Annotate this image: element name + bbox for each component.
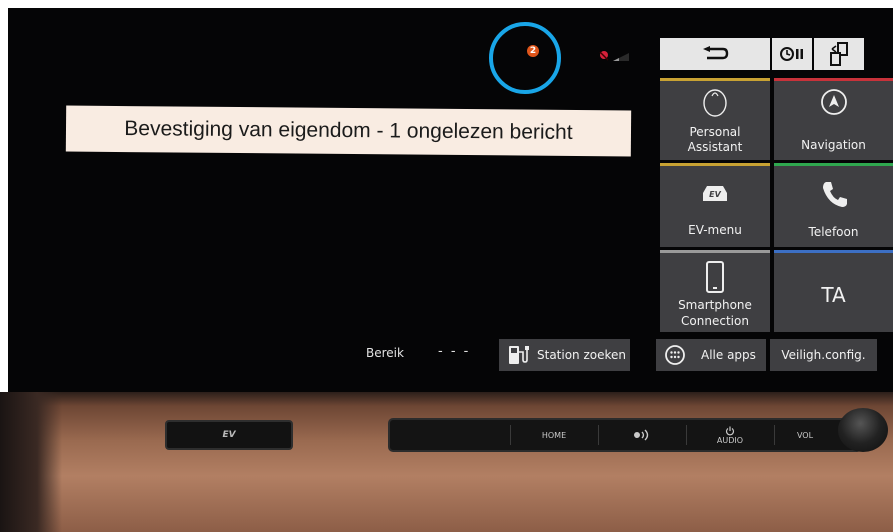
screen-switch-button[interactable] [814, 38, 864, 70]
clock-history-icon [780, 47, 803, 61]
tile-label-line2: Connection [681, 314, 749, 328]
signal-icon [613, 53, 629, 61]
accent-bar [774, 250, 893, 253]
safety-config-button[interactable]: Veiligh.config. [770, 339, 877, 371]
all-apps-label: Alle apps [701, 348, 756, 362]
tile-label-line1: Personal [689, 125, 741, 139]
all-apps-button[interactable]: Alle apps [656, 339, 766, 371]
phone-icon [822, 182, 847, 207]
apps-grid-icon [665, 345, 685, 365]
accent-bar [660, 78, 770, 81]
hardware-home-button[interactable]: HOME [514, 424, 594, 446]
tile-smartphone-connection[interactable]: Smartphone Connection [660, 250, 770, 332]
left-frame [0, 0, 8, 392]
station-search-label: Station zoeken [537, 348, 627, 362]
tile-label-line1: Smartphone [678, 298, 752, 312]
hardware-separator [774, 425, 775, 445]
hardware-separator [510, 425, 511, 445]
hardware-ev-label: EV [222, 430, 236, 440]
tile-ev-menu[interactable]: EV EV-menu [660, 163, 770, 247]
back-arrow-icon [703, 46, 729, 60]
assistant-icon [703, 89, 727, 117]
hardware-audio-label: AUDIO [716, 435, 744, 445]
mute-icon [599, 51, 609, 61]
tile-label: Telefoon [808, 225, 859, 239]
hardware-ev-button[interactable]: EV [165, 420, 293, 450]
accent-bar [774, 78, 893, 81]
volume-knob[interactable] [838, 408, 888, 452]
range-value: - - - [438, 344, 471, 359]
history-button[interactable] [772, 38, 812, 70]
hardware-blank-button[interactable] [396, 424, 506, 446]
dashboard-wood-trim [0, 392, 893, 532]
tile-label: TA [821, 283, 846, 307]
hardware-vol-label-area: VOL [780, 424, 830, 446]
hardware-voice-button[interactable] [602, 424, 682, 446]
voice-control-icon [634, 429, 649, 441]
tile-ta[interactable]: TA [774, 250, 893, 332]
tile-telefoon[interactable]: Telefoon [774, 163, 893, 247]
highlight-ring [489, 22, 561, 94]
range-label: Bereik [366, 346, 404, 360]
hardware-vol-label: VOL [796, 430, 814, 440]
notification-badge[interactable]: 2 [527, 45, 539, 57]
accent-bar [774, 163, 893, 166]
hardware-audio-button[interactable]: AUDIO [690, 424, 770, 446]
back-button[interactable] [660, 38, 770, 70]
accent-bar [660, 250, 770, 253]
top-frame [0, 0, 893, 8]
screen-switch-icon [830, 42, 848, 66]
status-icons [597, 48, 633, 62]
power-icon [725, 426, 735, 435]
hardware-home-label: HOME [541, 430, 567, 440]
navigation-compass-icon [820, 89, 847, 115]
dashboard-left-shadow [0, 392, 62, 532]
hardware-separator [686, 425, 687, 445]
hardware-separator [598, 425, 599, 445]
ev-badge-text: EV [709, 190, 721, 199]
smartphone-icon [706, 261, 724, 293]
tile-label-line2: Assistant [687, 140, 743, 154]
accent-bar [660, 163, 770, 166]
ownership-message-banner[interactable]: Bevestiging van eigendom - 1 ongelezen b… [65, 105, 632, 157]
tile-personal-assistant[interactable]: Personal Assistant [660, 78, 770, 160]
safety-config-label: Veiligh.config. [781, 348, 866, 362]
ev-car-icon: EV [703, 186, 727, 201]
hardware-button-bar: HOME AUDIO VOL [388, 418, 862, 452]
station-search-button[interactable]: Station zoeken [499, 339, 630, 371]
tile-label: Navigation [801, 138, 866, 152]
tile-label: EV-menu [688, 223, 742, 237]
banner-text: Bevestiging van eigendom - 1 ongelezen b… [124, 117, 573, 144]
charging-station-icon [509, 346, 529, 364]
tile-navigation[interactable]: Navigation [774, 78, 893, 160]
